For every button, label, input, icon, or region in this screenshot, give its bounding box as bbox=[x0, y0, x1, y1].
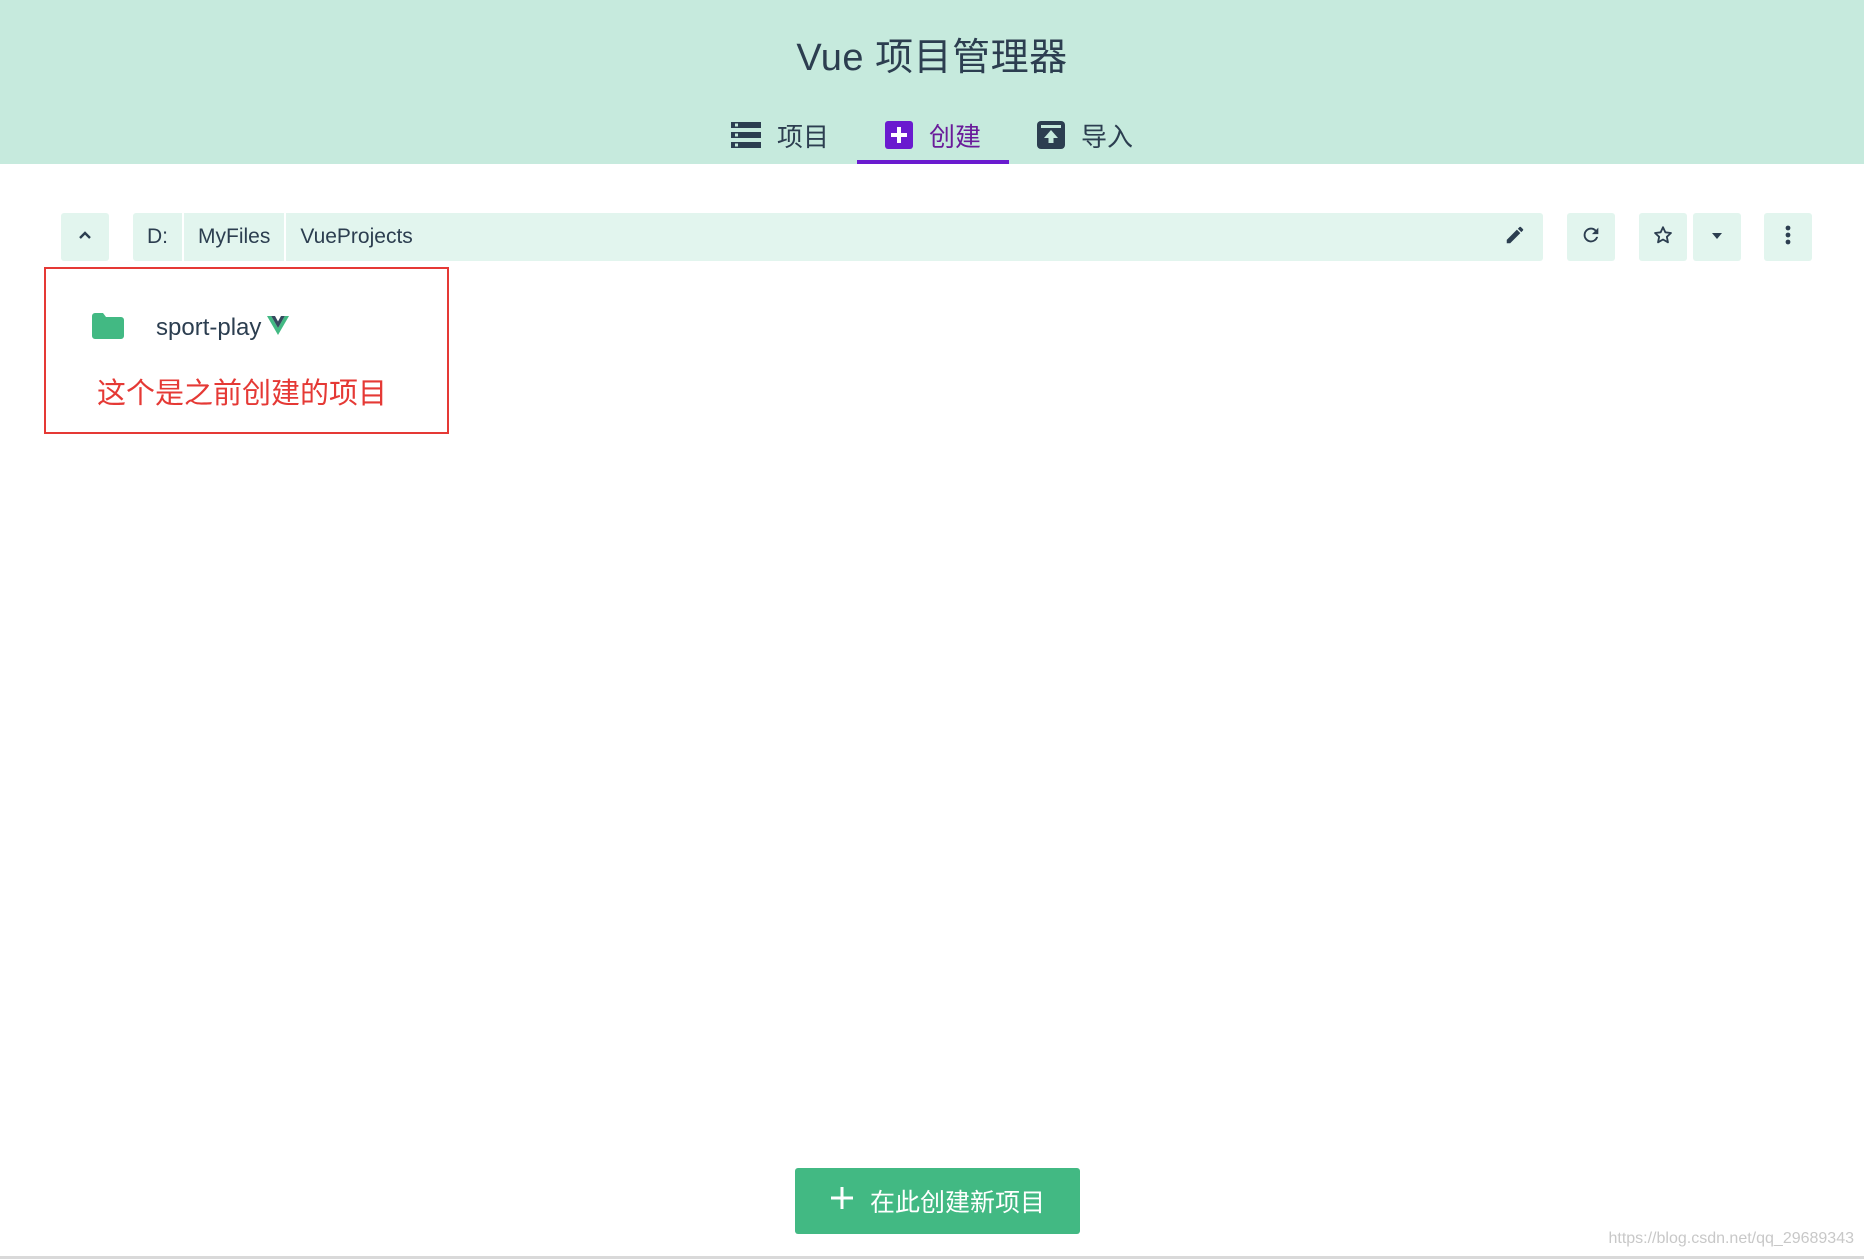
chevron-up-icon bbox=[77, 228, 93, 246]
app-header: Vue 项目管理器 项目 创建 导入 bbox=[0, 0, 1864, 164]
create-project-here-button[interactable]: 在此创建新项目 bbox=[795, 1168, 1080, 1234]
tab-projects[interactable]: 项目 bbox=[703, 106, 857, 164]
folder-name: sport-play bbox=[156, 314, 262, 341]
unarchive-icon bbox=[1037, 121, 1065, 149]
path-segment-myfiles[interactable]: MyFiles bbox=[182, 213, 284, 261]
favorite-button[interactable] bbox=[1639, 213, 1687, 261]
tab-label: 创建 bbox=[928, 121, 981, 152]
caret-down-icon bbox=[1710, 228, 1724, 246]
watermark: https://blog.csdn.net/qq_29689343 bbox=[1608, 1230, 1854, 1247]
folder-item-sport-play[interactable]: sport-play bbox=[92, 308, 290, 348]
tab-bar: 项目 创建 导入 bbox=[0, 106, 1864, 164]
edit-path-button[interactable] bbox=[1487, 213, 1543, 261]
refresh-icon bbox=[1580, 224, 1602, 251]
annotation-text: 这个是之前创建的项目 bbox=[97, 378, 388, 410]
more-vert-icon bbox=[1784, 224, 1792, 251]
more-options-button[interactable] bbox=[1764, 213, 1812, 261]
path-segment-vueprojects[interactable]: VueProjects bbox=[284, 213, 426, 261]
tab-label: 项目 bbox=[776, 121, 829, 152]
plus-icon bbox=[830, 1186, 854, 1217]
list-icon bbox=[730, 122, 761, 148]
tab-import[interactable]: 导入 bbox=[1009, 106, 1161, 164]
tab-label: 导入 bbox=[1081, 121, 1134, 152]
pencil-icon bbox=[1504, 224, 1526, 251]
path-segment-drive[interactable]: D: bbox=[133, 213, 182, 261]
go-up-button[interactable] bbox=[61, 213, 109, 261]
folder-icon bbox=[92, 312, 124, 344]
tab-create[interactable]: 创建 bbox=[856, 106, 1010, 164]
favorites-dropdown-button[interactable] bbox=[1693, 213, 1741, 261]
star-outline-icon bbox=[1652, 224, 1674, 251]
create-button-label: 在此创建新项目 bbox=[869, 1189, 1045, 1217]
add-box-icon bbox=[884, 121, 913, 149]
vue-logo-icon bbox=[267, 315, 290, 341]
path-breadcrumb: D: MyFiles VueProjects bbox=[133, 213, 1543, 261]
refresh-button[interactable] bbox=[1567, 213, 1615, 261]
app-title: Vue 项目管理器 bbox=[796, 37, 1068, 79]
